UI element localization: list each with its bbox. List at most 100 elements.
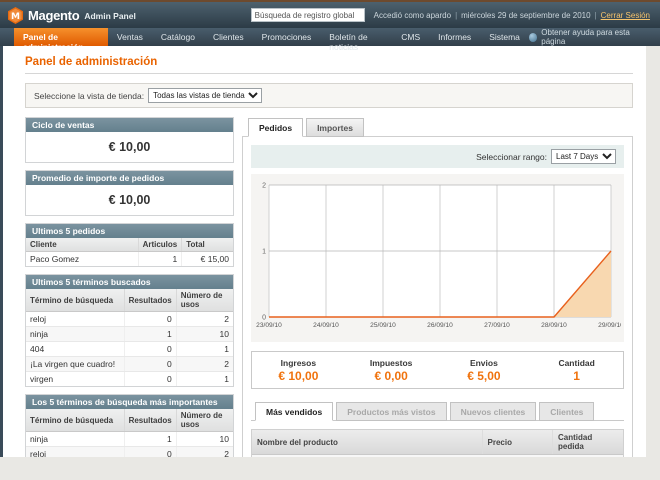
cell: 1 [176, 372, 233, 387]
cell: € 15,00 [182, 252, 233, 267]
nav-item-panel-de-administracion[interactable]: Panel de administración [14, 28, 108, 46]
tab-mas-vendidos[interactable]: Más vendidos [255, 402, 333, 421]
total-value: € 10,00 [252, 369, 345, 383]
nav-list: Panel de administraciónVentasCatálogoCli… [14, 28, 529, 46]
tab-nuevos-clientes: Nuevos clientes [450, 402, 537, 421]
bestsellers-section: Nombre del productoPrecioCantidad pedida… [251, 429, 624, 457]
last-orders-box: Ultimos 5 pedidos ClienteArticulosTotalP… [25, 223, 234, 267]
totals-row: Ingresos€ 10,00Impuestos€ 0,00Envios€ 5,… [251, 351, 624, 389]
table-row[interactable]: 40401 [26, 342, 233, 357]
help-area: Obtener ayuda para esta página [529, 28, 660, 46]
store-view-select[interactable]: Todas las vistas de tienda [148, 88, 262, 103]
sales-cycle-box: Ciclo de ventas € 10,00 [25, 117, 234, 163]
svg-text:26/09/10: 26/09/10 [427, 322, 453, 329]
average-order-title: Promedio de importe de pedidos [26, 171, 233, 185]
cell: 10 [176, 327, 233, 342]
nav-item-promociones[interactable]: Promociones [253, 28, 321, 46]
tab-importes[interactable]: Importes [306, 118, 364, 137]
page-footer [0, 457, 660, 480]
cell: 2 [176, 312, 233, 327]
sales-cycle-title: Ciclo de ventas [26, 118, 233, 132]
top-search-terms-table: Término de búsquedaResultadosNúmero de u… [26, 409, 233, 457]
svg-text:24/09/10: 24/09/10 [313, 322, 339, 329]
cell: 1 [124, 327, 176, 342]
svg-text:M: M [11, 12, 20, 22]
last-search-terms-box: Ultimos 5 términos buscados Término de b… [25, 274, 234, 387]
svg-text:28/09/10: 28/09/10 [541, 322, 567, 329]
right-column: PedidosImportes Seleccionar rango: Last … [242, 117, 633, 457]
header-separator: | [455, 11, 457, 20]
cell: ¡La virgen que cuadro! [26, 357, 124, 372]
total-value: € 0,00 [345, 369, 438, 383]
nav-item-clientes[interactable]: Clientes [204, 28, 253, 46]
title-divider [25, 73, 633, 74]
column-header-cliente: Cliente [26, 238, 138, 252]
total-label: Cantidad [530, 358, 623, 368]
cell: Paco Gomez [26, 252, 138, 267]
total-value: 1 [530, 369, 623, 383]
tab-pedidos[interactable]: Pedidos [248, 118, 303, 137]
header-separator: | [595, 11, 597, 20]
cell: ninja [26, 327, 124, 342]
svg-text:2: 2 [262, 183, 266, 190]
empty-message: No se encontraron registros. [252, 455, 623, 458]
store-view-bar: Seleccione la vista de tienda: Todas las… [25, 83, 633, 108]
tab-productos-mas-vistos: Productos más vistos [336, 402, 446, 421]
dashboard-panel: Seleccionar rango: Last 7 Days 01223/09/… [242, 136, 633, 457]
nav-item-cms[interactable]: CMS [392, 28, 429, 46]
store-view-label: Seleccione la vista de tienda: [34, 91, 144, 101]
cell: 1 [176, 342, 233, 357]
svg-text:25/09/10: 25/09/10 [370, 322, 396, 329]
total-envios: Envios€ 5,00 [438, 358, 531, 383]
nav-item-informes[interactable]: Informes [429, 28, 480, 46]
cell: 0 [124, 312, 176, 327]
cell: 0 [124, 447, 176, 458]
nav-item-ventas[interactable]: Ventas [108, 28, 152, 46]
column-header-articulos: Articulos [138, 238, 182, 252]
table-row[interactable]: reloj02 [26, 447, 233, 458]
magento-logo-icon: M [8, 7, 23, 24]
report-tabs: Más vendidosProductos más vistosNuevos c… [251, 401, 624, 421]
total-label: Envios [438, 358, 531, 368]
total-label: Ingresos [252, 358, 345, 368]
logout-link[interactable]: Cerrar Sesión [601, 11, 650, 20]
cell: 1 [138, 252, 182, 267]
svg-text:1: 1 [262, 249, 266, 256]
nav-item-boletin-de-noticias[interactable]: Boletín de noticias [320, 28, 392, 46]
cell: 2 [176, 447, 233, 458]
table-header-row: ClienteArticulosTotal [26, 238, 233, 252]
range-label: Seleccionar rango: [476, 152, 547, 162]
table-row[interactable]: ¡La virgen que cuadro!02 [26, 357, 233, 372]
table-row[interactable]: ninja110 [26, 327, 233, 342]
range-toolbar: Seleccionar rango: Last 7 Days [251, 145, 624, 168]
nav-item-sistema[interactable]: Sistema [480, 28, 529, 46]
table-header-row: Término de búsquedaResultadosNúmero de u… [26, 409, 233, 432]
column-header-nombre-del-producto: Nombre del producto [252, 430, 482, 455]
table-header-row: Nombre del productoPrecioCantidad pedida [252, 430, 623, 455]
table-row[interactable]: ninja110 [26, 432, 233, 447]
main-nav: Panel de administraciónVentasCatálogoCli… [0, 28, 660, 46]
table-row[interactable]: reloj02 [26, 312, 233, 327]
nav-item-catalogo[interactable]: Catálogo [152, 28, 204, 46]
total-impuestos: Impuestos€ 0,00 [345, 358, 438, 383]
last-orders-table: ClienteArticulosTotalPaco Gomez1€ 15,00 [26, 238, 233, 266]
column-header-total: Total [182, 238, 233, 252]
column-header-cantidad-pedida: Cantidad pedida [553, 430, 624, 455]
cell: 2 [176, 357, 233, 372]
cell: reloj [26, 447, 124, 458]
column-header-resultados: Resultados [124, 409, 176, 432]
cell: 0 [124, 357, 176, 372]
total-ingresos: Ingresos€ 10,00 [252, 358, 345, 383]
dashboard-tabs: PedidosImportes [242, 117, 633, 136]
column-header-resultados: Resultados [124, 289, 176, 312]
svg-text:23/09/10: 23/09/10 [256, 322, 282, 329]
table-row[interactable]: virgen01 [26, 372, 233, 387]
orders-chart-container: 01223/09/1024/09/1025/09/1026/09/1027/09… [251, 174, 624, 342]
tab-clientes: Clientes [539, 402, 594, 421]
column-header-numero-de-usos: Número de usos [176, 409, 233, 432]
range-select[interactable]: Last 7 Days [551, 149, 616, 164]
cell: 0 [124, 342, 176, 357]
help-link[interactable]: Obtener ayuda para esta página [541, 28, 648, 46]
global-search-input[interactable] [251, 8, 365, 22]
table-row[interactable]: Paco Gomez1€ 15,00 [26, 252, 233, 267]
